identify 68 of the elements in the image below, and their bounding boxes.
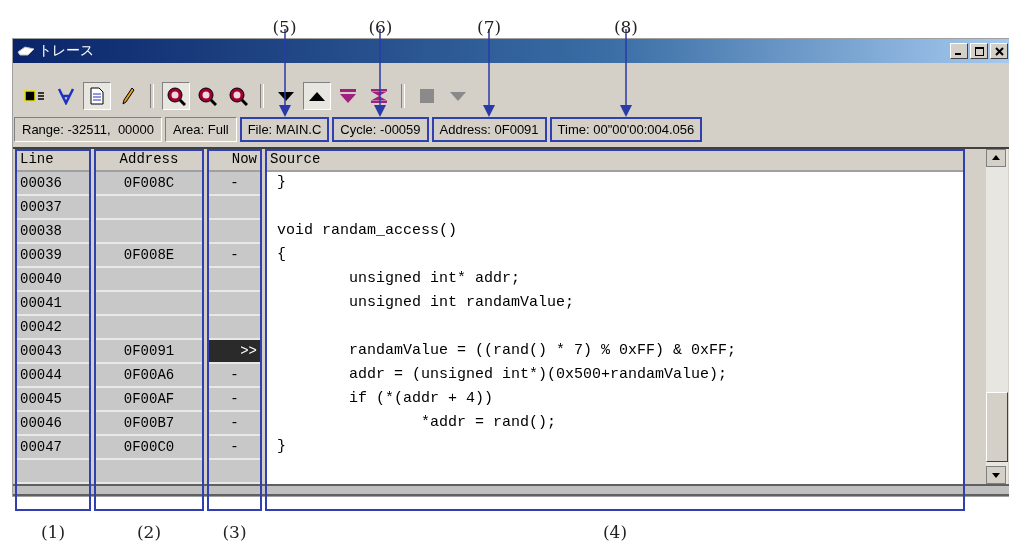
square-icon [420, 89, 434, 103]
table-cell: 00045 [15, 388, 91, 412]
table-cell: 0F008C [94, 172, 204, 196]
chip-icon [24, 89, 46, 103]
toolbar-button[interactable] [303, 82, 331, 110]
callout-label: (3) [222, 522, 247, 542]
status-field: Time: 00"00'00:004.056 [549, 117, 703, 142]
table-cell: 0F008E [94, 244, 204, 268]
table-cell: - [207, 412, 262, 436]
maximize-icon [974, 46, 984, 56]
table-cell: 0F00B7 [94, 412, 204, 436]
table-cell: 0F0091 [94, 340, 204, 364]
table-cell: 0F00AF [94, 388, 204, 412]
table-cell: 00043 [15, 340, 91, 364]
status-field: Range: -32511, 00000 [14, 117, 163, 142]
bar-down-triangle-icon [339, 88, 357, 104]
toolbar-button[interactable] [162, 82, 190, 110]
callout-label: (6) [368, 17, 393, 37]
table-cell: 00039 [15, 244, 91, 268]
magnifier-icon [166, 86, 186, 106]
pencil-icon [121, 87, 135, 105]
table-cell: 00044 [15, 364, 91, 388]
table-cell: 0F00C0 [94, 436, 204, 460]
horizontal-scrollbar[interactable] [13, 484, 1009, 496]
table-cell: - [207, 364, 262, 388]
down-triangle-icon [277, 89, 295, 103]
table-cell: 00042 [15, 316, 91, 340]
scrollbar-thumb[interactable] [986, 392, 1008, 462]
document-icon [90, 87, 104, 105]
window-icon [17, 45, 35, 57]
window-title: トレース [38, 42, 94, 60]
table-cell: 00040 [15, 268, 91, 292]
scroll-up-icon [986, 149, 1006, 167]
scroll-down-icon [986, 466, 1006, 484]
filter-icon [57, 87, 75, 105]
callout-label: (4) [602, 522, 628, 542]
table-cell: - [207, 436, 262, 460]
hourglass-icon [370, 88, 388, 104]
magnifier-icon [197, 86, 217, 106]
table-cell: 0F00A6 [94, 364, 204, 388]
callout-label: (7) [477, 17, 502, 37]
down-triangle-icon [449, 89, 467, 103]
table-cell: 00038 [15, 220, 91, 244]
callout-label: (8) [613, 17, 638, 37]
callout-label: (1) [40, 522, 66, 542]
table-cell: - [207, 244, 262, 268]
table-cell: 00037 [15, 196, 91, 220]
close-icon [994, 46, 1004, 56]
status-field: Area: Full [165, 117, 237, 142]
status-field: Address: 0F0091 [431, 117, 547, 142]
table-cell: 00046 [15, 412, 91, 436]
table-cell: - [207, 172, 262, 196]
table-cell: - [207, 388, 262, 412]
status-field: File: MAIN.C [239, 117, 330, 142]
current-marker: >> [207, 340, 262, 364]
table-cell: 00036 [15, 172, 91, 196]
column-header[interactable]: Source [265, 149, 965, 172]
magnifier-icon [228, 86, 248, 106]
vertical-scrollbar[interactable] [986, 149, 1008, 484]
callout-label: (2) [136, 522, 162, 542]
status-field: Cycle: -00059 [332, 117, 429, 142]
close-button[interactable] [990, 43, 1008, 59]
minimize-button[interactable] [950, 43, 968, 59]
table-cell: 00047 [15, 436, 91, 460]
maximize-button[interactable] [970, 43, 988, 59]
table-cell [207, 460, 262, 484]
table-cell: 00041 [15, 292, 91, 316]
callout-label: (5) [272, 17, 297, 37]
